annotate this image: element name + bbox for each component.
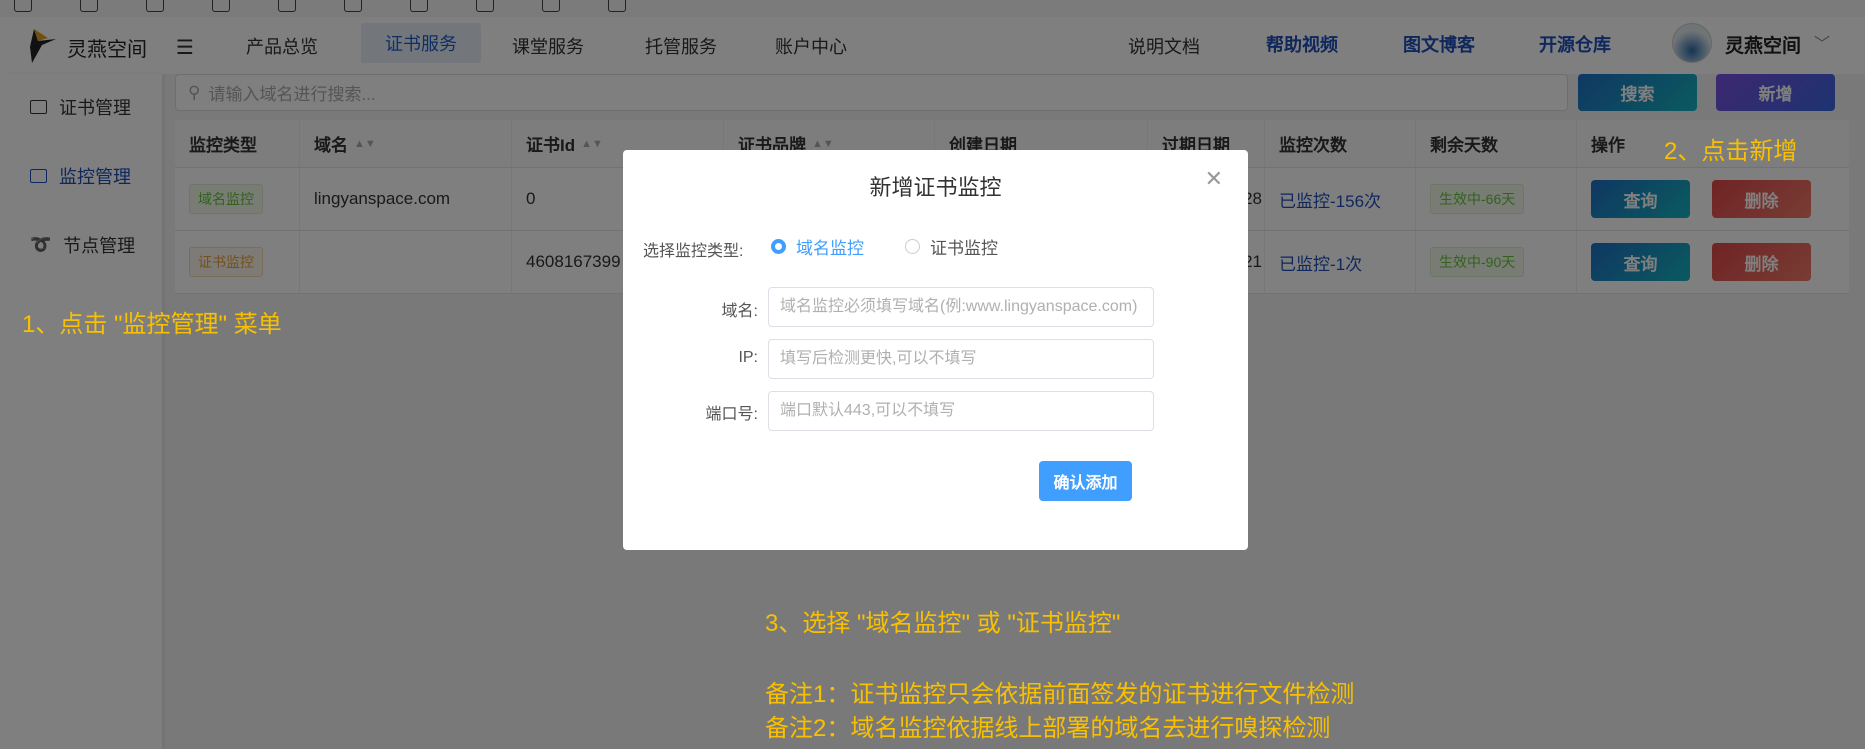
annotation-step3: 3、选择 "域名监控" 或 "证书监控" — [765, 610, 1121, 637]
close-icon[interactable]: ✕ — [1205, 166, 1223, 192]
radio-unchecked-icon — [905, 239, 920, 254]
radio-cert-monitor[interactable]: 证书监控 — [905, 234, 998, 259]
add-monitor-dialog: 新增证书监控 ✕ 选择监控类型: 域名监控 证书监控 域名: IP: 端口号: … — [623, 150, 1248, 550]
domain-input[interactable] — [768, 287, 1154, 327]
type-label: 选择监控类型: — [643, 243, 744, 260]
radio-label: 证书监控 — [930, 239, 998, 258]
ip-input[interactable] — [768, 339, 1154, 379]
dialog-title: 新增证书监控 — [869, 175, 1002, 200]
radio-checked-icon — [771, 239, 786, 254]
annotation-step2: 2、点击新增 — [1664, 138, 1798, 165]
port-input[interactable] — [768, 391, 1154, 431]
radio-label: 域名监控 — [796, 239, 864, 258]
annotation-note1: 备注1：证书监控只会依据前面签发的证书进行文件检测 — [765, 681, 1355, 708]
field-label-domain: 域名: — [721, 303, 758, 320]
radio-domain-monitor[interactable]: 域名监控 — [771, 234, 864, 259]
annotation-step1: 1、点击 "监控管理" 菜单 — [22, 311, 282, 338]
field-label-ip: IP: — [738, 349, 758, 366]
annotation-note2: 备注2：域名监控依据线上部署的域名去进行嗅探检测 — [765, 715, 1331, 742]
confirm-add-button[interactable]: 确认添加 — [1039, 461, 1132, 501]
field-label-port: 端口号: — [705, 406, 758, 423]
